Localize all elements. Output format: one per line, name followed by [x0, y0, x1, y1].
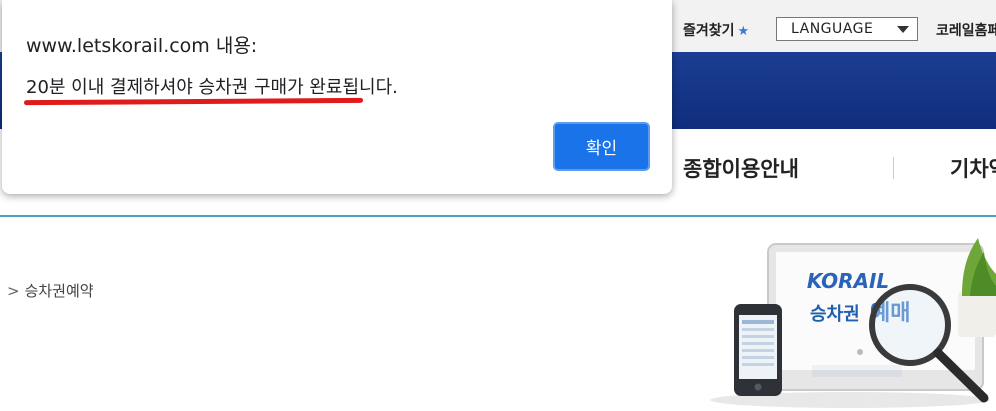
banner-caption-prefix: 승차권 [810, 304, 860, 325]
monitor-power-dot [857, 349, 863, 355]
star-icon: ★ [737, 24, 750, 39]
phone-screen-row [742, 335, 774, 338]
language-select[interactable]: LANGUAGE [776, 17, 918, 41]
ok-button[interactable]: 확인 [553, 122, 650, 171]
phone-screen [739, 315, 777, 379]
plant-pot [958, 292, 996, 337]
red-underline-annotation [23, 97, 364, 106]
phone-screen-row [742, 363, 774, 366]
caret-down-icon [897, 26, 909, 33]
bookmark-label: 즐겨찾기 [683, 23, 735, 39]
dialog-message: 20분 이내 결제하셔야 승차권 구매가 완료됩니다. [26, 77, 398, 98]
korail-logo-text: KORAIL [807, 269, 889, 293]
nav-item-station[interactable]: 기차역 [950, 153, 996, 183]
phone-screen-row [742, 328, 774, 331]
phone-screen-row [742, 356, 774, 359]
ticket-booking-illustration: KORAIL 승차권 예매 [710, 238, 996, 408]
monitor-screen-band [812, 365, 902, 377]
chevron-right-icon: > [7, 282, 20, 300]
breadcrumb-current[interactable]: 승차권예약 [25, 282, 94, 300]
korail-home-link[interactable]: 코레일홈페 [936, 20, 996, 40]
phone-screen-row [742, 342, 774, 345]
nav-underline [0, 215, 996, 217]
dialog-title: www.letskorail.com 내용: [26, 35, 258, 57]
breadcrumb: > 승차권예약 [7, 280, 94, 301]
nav-divider [893, 157, 894, 179]
alert-dialog: www.letskorail.com 내용: 20분 이내 결제하셔야 승차권 … [2, 0, 672, 194]
nav-item-guide[interactable]: 종합이용안내 [683, 153, 799, 183]
phone-screen-row [742, 349, 774, 352]
language-select-value: LANGUAGE [791, 21, 874, 37]
phone-screen-row [742, 320, 774, 324]
phone-home-button [754, 383, 762, 391]
bookmark-link[interactable]: 즐겨찾기 ★ [683, 20, 749, 40]
